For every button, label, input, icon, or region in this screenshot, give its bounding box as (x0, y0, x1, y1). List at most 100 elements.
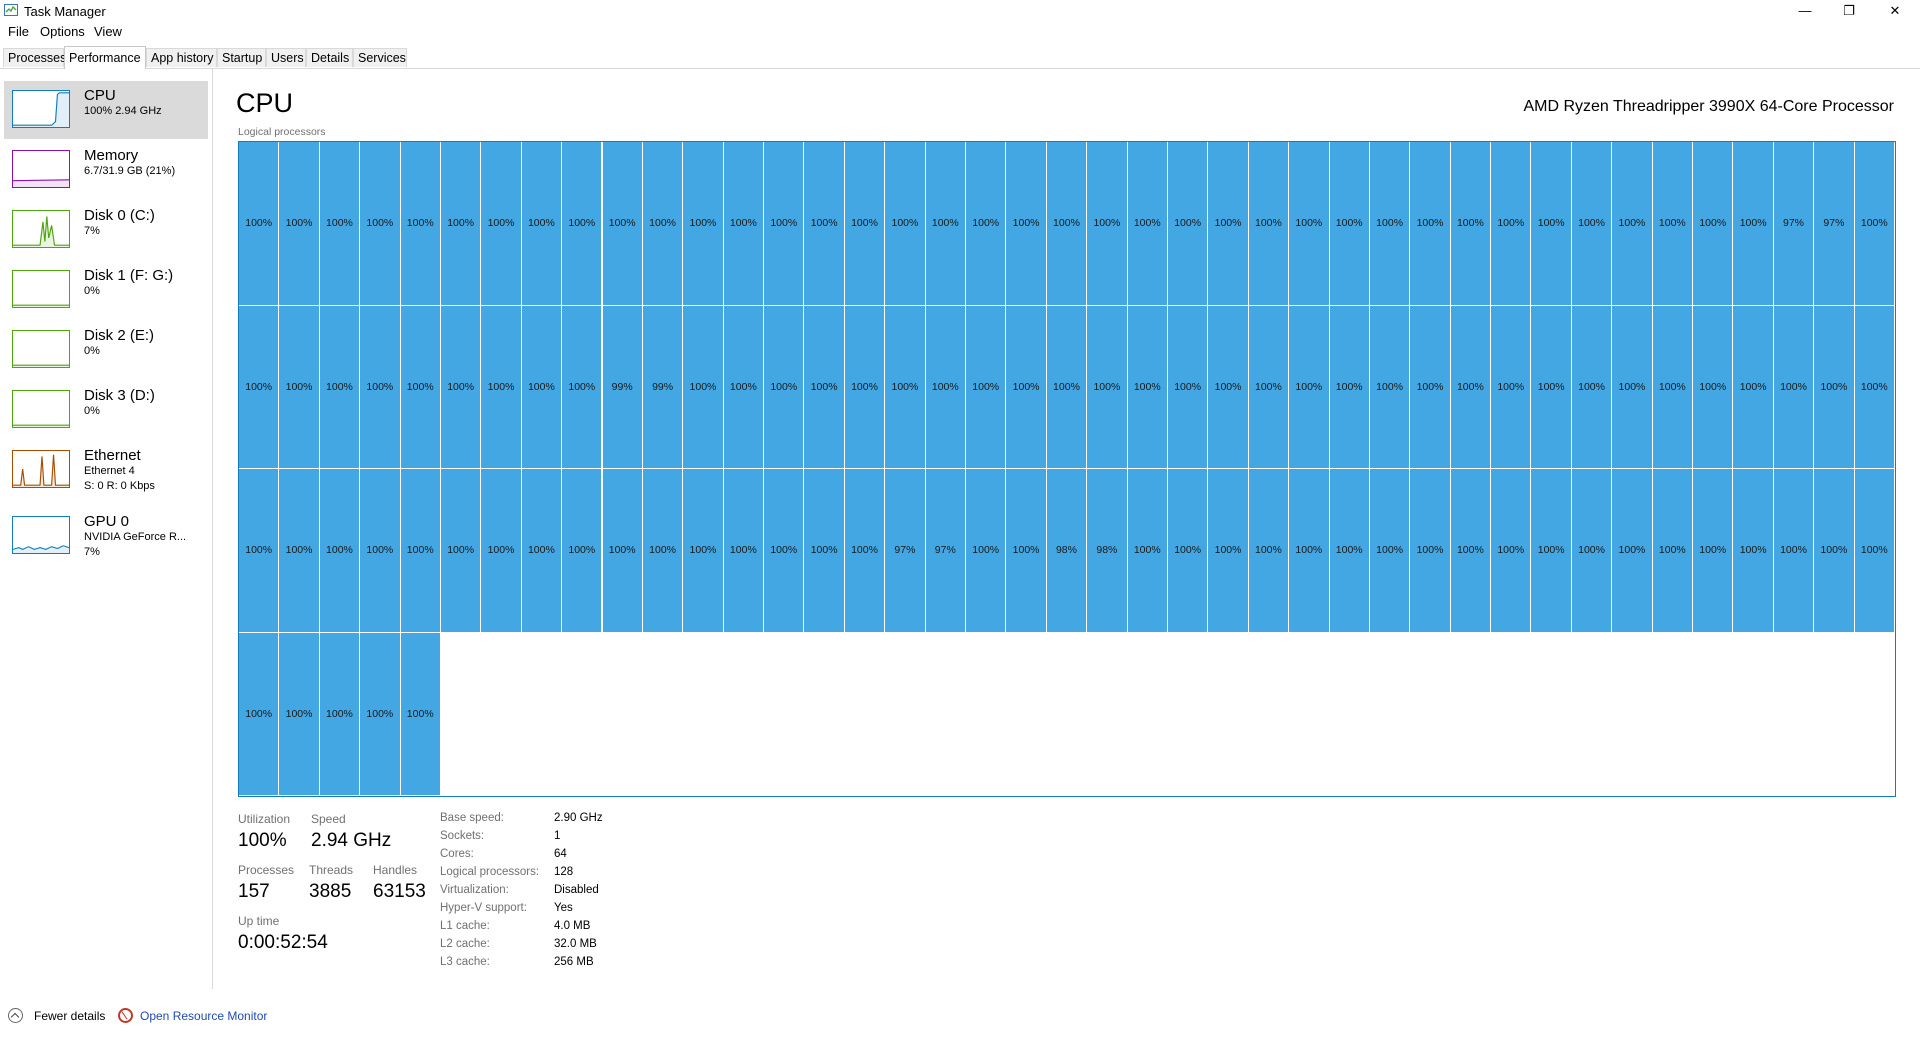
resource-monitor-icon[interactable] (118, 1008, 133, 1023)
tab-app-history[interactable]: App history (146, 48, 217, 67)
spec-value: 128 (554, 866, 574, 878)
logical-processors-graph[interactable]: 100% 100% 100% 100% 100% 100% 100% 100% 100% 100%… (238, 141, 1896, 797)
logical-processor-cell: 100% (279, 632, 320, 796)
logical-processor-cell: 100% (279, 469, 320, 633)
processor-usage-label: 100% (245, 217, 273, 230)
processor-usage-label: 100% (810, 380, 838, 393)
processor-usage-label: 100% (366, 380, 394, 393)
sidebar-item-name: Disk 0 (C:) (84, 207, 155, 224)
processor-usage-label: 100% (1699, 544, 1727, 557)
processor-usage-label: 100% (1537, 217, 1565, 230)
logical-processor-cell: 100% (1531, 305, 1572, 469)
processor-usage-label: 100% (447, 380, 475, 393)
chevron-up-icon[interactable] (8, 1008, 23, 1023)
sidebar-item-memory[interactable]: Memory 6.7/31.9 GB (21%) (4, 141, 208, 199)
processor-usage-label: 100% (1174, 544, 1202, 557)
spec-label: Cores: (440, 848, 474, 860)
sidebar-item-disk-1-f-g[interactable]: Disk 1 (F: G:) 0% (4, 261, 208, 319)
logical-processor-cell: 100% (764, 305, 805, 469)
logical-processors-label: Logical processors (238, 126, 326, 138)
fewer-details-link[interactable]: Fewer details (34, 1009, 105, 1023)
sidebar-item-disk-2-e[interactable]: Disk 2 (E:) 0% (4, 321, 208, 379)
processor-usage-label: 100% (1618, 380, 1646, 393)
sidebar-item-ethernet[interactable]: Ethernet Ethernet 4 S: 0 R: 0 Kbps (4, 441, 208, 503)
processor-usage-label: 100% (931, 380, 959, 393)
logical-processor-cell: 100% (1289, 469, 1330, 633)
logical-processor-cell: 100% (1046, 142, 1088, 306)
processor-usage-label: 100% (1133, 217, 1161, 230)
spec-value: Yes (554, 902, 573, 914)
maximize-button[interactable]: ❐ (1826, 0, 1872, 22)
processor-usage-label: 100% (1174, 217, 1202, 230)
minimize-button[interactable]: — (1782, 0, 1828, 22)
sidebar-item-name: Disk 1 (F: G:) (84, 267, 174, 284)
logical-processor-cell: 100% (239, 305, 280, 469)
processor-usage-label: 100% (1214, 217, 1242, 230)
menu-view[interactable]: View (94, 24, 122, 39)
logical-processor-cell: 100% (1531, 469, 1572, 633)
logical-processor-cell: 100% (1208, 305, 1249, 469)
speed-value: 2.94 GHz (311, 830, 392, 851)
sidebar-item-disk-3-d[interactable]: Disk 3 (D:) 0% (4, 381, 208, 439)
processor-usage-label: 100% (1618, 217, 1646, 230)
processor-usage-label: 100% (1497, 544, 1525, 557)
processor-usage-label: 100% (1093, 380, 1121, 393)
sidebar-item-detail: 0% (84, 345, 100, 357)
disk-graph-icon (12, 330, 70, 368)
processor-usage-label: 100% (649, 217, 676, 230)
tab-users[interactable]: Users (266, 48, 306, 67)
logical-processor-cell: 100% (1087, 142, 1128, 306)
sidebar-item-name: Ethernet (84, 447, 141, 464)
sidebar-item-gpu-0[interactable]: GPU 0 NVIDIA GeForce R... 7% (4, 507, 208, 569)
tab-performance[interactable]: Performance (64, 46, 146, 69)
open-resource-monitor-link[interactable]: Open Resource Monitor (140, 1009, 267, 1023)
processor-usage-label: 100% (1214, 380, 1242, 393)
logical-processor-cell: 100% (481, 469, 522, 633)
logical-processor-cell: 100% (440, 142, 482, 306)
processor-usage-label: 100% (1255, 544, 1282, 557)
utilization-label: Utilization (238, 812, 291, 826)
processor-usage-label: 100% (851, 217, 878, 230)
logical-processor-cell: 100% (1410, 305, 1451, 469)
processor-usage-label: 100% (326, 217, 353, 230)
logical-processor-cell: 98% (1087, 469, 1128, 633)
processor-usage-label: 100% (487, 544, 515, 557)
tab-services[interactable]: Services (353, 48, 407, 67)
processor-usage-label: 100% (568, 380, 596, 393)
sidebar-item-name: Disk 3 (D:) (84, 387, 155, 404)
processor-usage-label: 100% (891, 380, 919, 393)
processor-usage-label: 100% (1739, 380, 1767, 393)
menu-options[interactable]: Options (40, 24, 85, 39)
spec-value: 2.90 GHz (554, 812, 603, 824)
processor-usage-label: 100% (972, 380, 1000, 393)
logical-processor-cell: 100% (1491, 469, 1532, 633)
tab-processes[interactable]: Processes (3, 48, 66, 67)
logical-processor-cell: 100% (279, 142, 320, 306)
sidebar-item-disk-0-c[interactable]: Disk 0 (C:) 7% (4, 201, 208, 259)
logical-processor-cell: 100% (440, 305, 482, 469)
logical-processor-cell: 100% (723, 469, 765, 633)
menu-file[interactable]: File (8, 24, 29, 39)
tab-details[interactable]: Details (306, 48, 353, 67)
processor-usage-label: 100% (326, 380, 353, 393)
logical-processor-cell: 100% (804, 305, 845, 469)
processor-usage-label: 100% (891, 217, 919, 230)
processor-usage-label: 100% (527, 544, 555, 557)
processor-usage-label: 100% (649, 544, 676, 557)
sidebar-item-cpu[interactable]: CPU 100% 2.94 GHz (4, 81, 208, 139)
logical-processor-cell: 97% (1814, 142, 1855, 306)
disk-graph-icon (12, 210, 70, 248)
sidebar-item-detail: NVIDIA GeForce R... (84, 531, 187, 543)
processor-usage-label: 100% (1295, 217, 1323, 230)
logical-processor-cell: 100% (1652, 305, 1694, 469)
logical-processor-cell: 100% (319, 632, 361, 796)
logical-processor-cell: 100% (1208, 469, 1249, 633)
processor-usage-label: 97% (934, 544, 956, 557)
tab-startup[interactable]: Startup (217, 48, 266, 67)
processor-usage-label: 100% (608, 544, 636, 557)
logical-processor-cell: 100% (1006, 469, 1047, 633)
logical-processor-cell: 100% (1329, 142, 1370, 306)
logical-processor-cell: 100% (1289, 142, 1330, 306)
close-button[interactable]: ✕ (1872, 0, 1918, 22)
processor-usage-label: 100% (487, 217, 515, 230)
